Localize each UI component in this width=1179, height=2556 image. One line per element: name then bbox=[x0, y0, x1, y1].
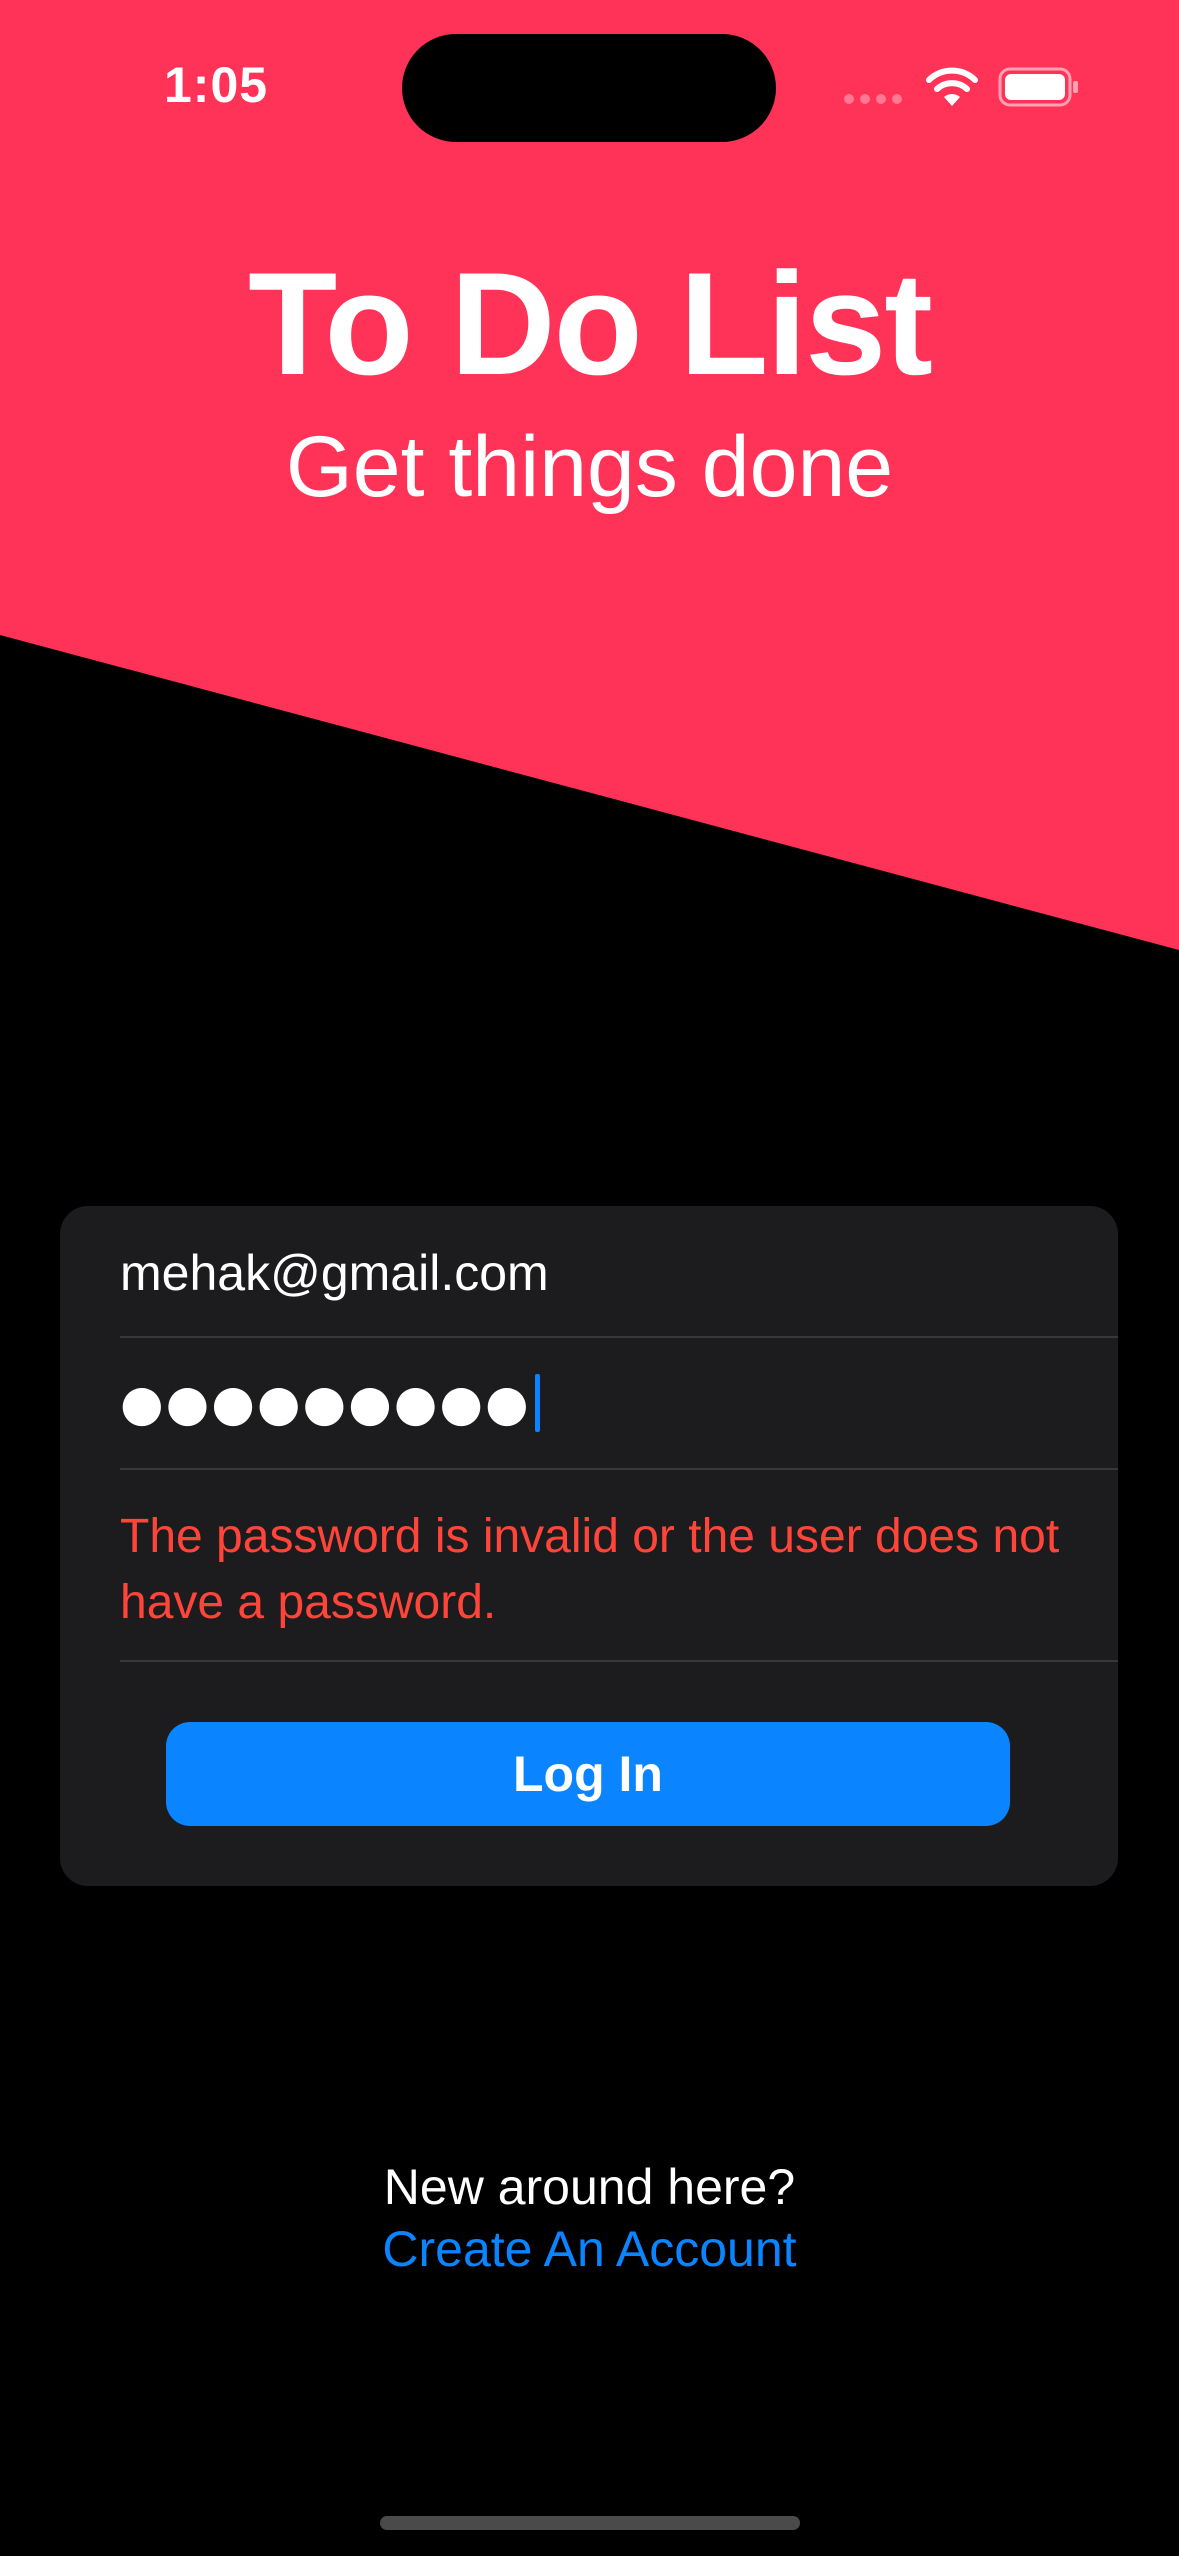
password-masked-value: ●●●●●●●●● bbox=[120, 1374, 531, 1432]
login-form: mehak@gmail.com ●●●●●●●●● The password i… bbox=[60, 1206, 1118, 1886]
app-title: To Do List bbox=[248, 242, 933, 405]
app-subtitle: Get things done bbox=[285, 419, 894, 515]
create-account-link[interactable]: Create An Account bbox=[0, 2220, 1179, 2278]
cellular-signal-icon bbox=[844, 94, 902, 104]
home-indicator[interactable] bbox=[380, 2516, 800, 2530]
error-message: The password is invalid or the user does… bbox=[120, 1510, 1060, 1629]
status-bar: 1:05 bbox=[0, 0, 1179, 150]
dynamic-island bbox=[402, 34, 776, 142]
error-row: The password is invalid or the user does… bbox=[120, 1470, 1118, 1662]
wifi-icon bbox=[926, 67, 978, 106]
login-button[interactable]: Log In bbox=[166, 1722, 1010, 1826]
status-time: 1:05 bbox=[164, 57, 269, 113]
password-row: ●●●●●●●●● bbox=[120, 1338, 1118, 1470]
email-field[interactable]: mehak@gmail.com bbox=[120, 1244, 549, 1302]
battery-icon bbox=[998, 67, 1078, 107]
new-user-prompt: New around here? bbox=[383, 2159, 796, 2215]
email-row: mehak@gmail.com bbox=[120, 1206, 1118, 1338]
text-caret bbox=[534, 1374, 540, 1432]
password-field[interactable]: ●●●●●●●●● bbox=[120, 1368, 540, 1438]
